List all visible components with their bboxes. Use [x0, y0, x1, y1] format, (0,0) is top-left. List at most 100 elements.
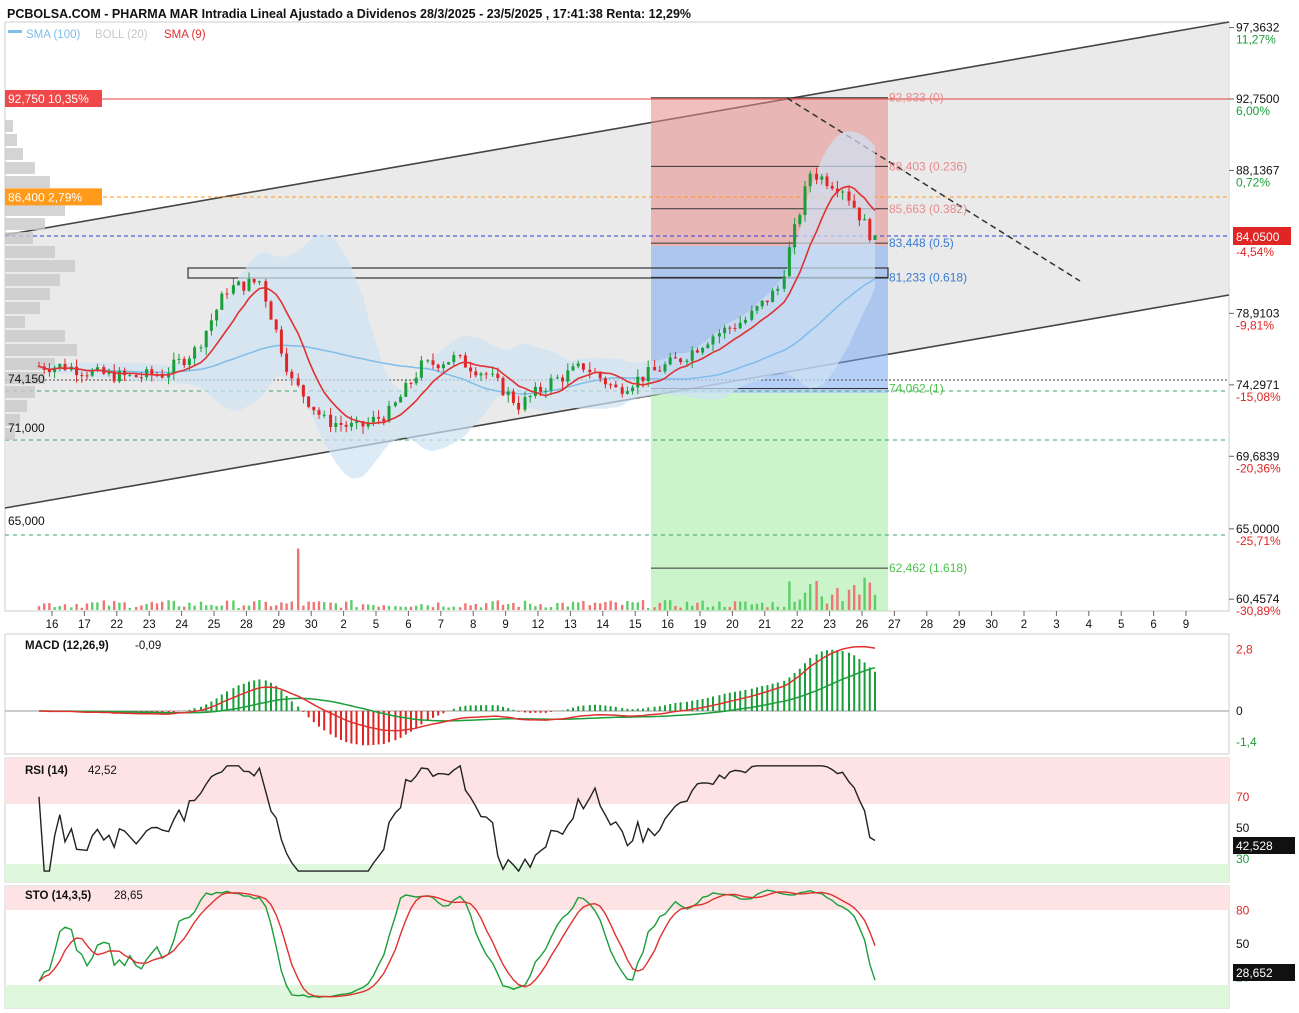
candle-body [441, 364, 445, 369]
macd-hist-bar [442, 711, 445, 714]
candle-body [447, 362, 451, 365]
date-label: 30 [985, 619, 998, 631]
volume-bar [534, 606, 537, 610]
macd-hist-bar [669, 703, 672, 711]
volume-bar [706, 607, 709, 610]
candle-body [269, 301, 273, 320]
volume-bar [172, 600, 175, 610]
macd-hist-bar [485, 705, 488, 711]
macd-hist-bar [452, 708, 455, 711]
candle-body [231, 285, 235, 294]
macd-hist-bar [658, 706, 661, 711]
macd-hist-bar [205, 704, 208, 711]
axis-pct-label: -25,71% [1236, 534, 1281, 548]
candle-body [209, 320, 213, 331]
candle-body [852, 200, 856, 208]
volume-bar [329, 602, 332, 610]
candle-body [225, 293, 229, 295]
candle-body [187, 358, 191, 366]
volume-profile-bar [5, 148, 23, 160]
volume-bar [43, 603, 46, 610]
candle-body [571, 366, 575, 371]
date-label: 19 [694, 619, 707, 631]
macd-hist-bar [761, 685, 764, 711]
volume-bar [48, 603, 51, 610]
left-price-label: 65,000 [8, 514, 45, 528]
volume-bar [783, 606, 786, 610]
legend-swatches [8, 30, 22, 33]
volume-bar [853, 585, 856, 610]
candle-body [134, 374, 138, 378]
axis-pct-label: -9,81% [1236, 318, 1274, 332]
date-label: 20 [726, 619, 739, 631]
candle-body [841, 191, 845, 193]
macd-hist-bar [766, 685, 769, 711]
macd-hist-bar [318, 711, 320, 727]
date-label: 26 [856, 619, 869, 631]
date-label: 17 [78, 619, 91, 631]
date-label: 29 [272, 619, 285, 631]
volume-bar [701, 600, 704, 610]
volume-bar [285, 603, 288, 610]
date-label: 22 [110, 619, 123, 631]
macd-hist-bar [275, 685, 278, 711]
macd-hist-bar [582, 705, 585, 711]
date-axis: 16 17 22 23 24 25 28 29 30 2 5 6 7 8 9 12 13 14 15 16 19 20 21… [46, 611, 1189, 631]
axis-pct-label: -20,36% [1236, 461, 1281, 475]
date-label: 21 [758, 619, 771, 631]
macd-hist-bar [258, 679, 261, 711]
volume-bar [107, 605, 111, 610]
candle-body [237, 281, 241, 286]
volume-bar [442, 606, 445, 610]
macd-axis-label: 0 [1236, 704, 1243, 718]
macd-hist-bar [382, 711, 385, 745]
candle-body [782, 276, 786, 289]
candle-body [257, 281, 261, 283]
candle-body [561, 377, 565, 382]
candle-body [636, 376, 640, 388]
date-label: 29 [953, 619, 966, 631]
volume-bar [809, 584, 812, 610]
candle-body [588, 369, 592, 373]
volume-bar [80, 607, 83, 610]
volume-profile-bar [5, 260, 75, 272]
volume-bar [128, 607, 131, 610]
date-label: 24 [175, 619, 188, 631]
candle-body [641, 376, 645, 382]
volume-bar [415, 605, 418, 610]
left-price-label: 71,000 [8, 421, 45, 435]
candle-body [479, 373, 483, 376]
volume-bar [404, 606, 407, 610]
date-label: 23 [823, 619, 836, 631]
macd-hist-bar [874, 671, 876, 711]
volume-bar [766, 607, 769, 610]
candle-body [787, 247, 791, 277]
candle-body [695, 350, 699, 353]
macd-hist-bar [561, 710, 564, 711]
candle-body [755, 306, 759, 311]
macd-hist-bar [297, 706, 300, 711]
candle-body [334, 423, 338, 428]
volume-bar [355, 607, 358, 610]
candle-body [307, 396, 311, 407]
date-label: 28 [920, 619, 933, 631]
candle-body [399, 396, 403, 403]
volume-bar [691, 605, 694, 610]
legend-sma100: SMA (100) [26, 29, 80, 41]
volume-bar [155, 603, 159, 610]
volume-profile-bar [5, 288, 50, 300]
candle-body [614, 384, 618, 388]
macd-hist-bar [863, 662, 866, 711]
candle-body [172, 359, 176, 374]
candle-body [177, 358, 181, 360]
candle-body [317, 410, 321, 415]
volume-bar [426, 605, 429, 610]
macd-hist-bar [841, 650, 844, 711]
candle-body [496, 373, 500, 379]
volume-bar [711, 606, 715, 610]
candle-body [555, 377, 559, 379]
volume-bar [177, 606, 181, 610]
volume-bar [793, 601, 796, 610]
volume-bar [437, 602, 440, 610]
candle-body [620, 387, 624, 394]
